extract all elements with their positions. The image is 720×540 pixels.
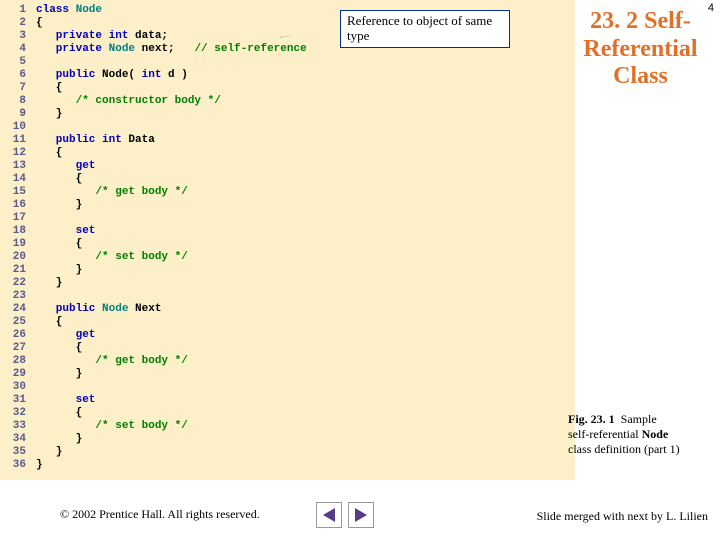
- copyright-text: © 2002 Prentice Hall. All rights reserve…: [60, 507, 260, 522]
- triangle-left-icon: [323, 508, 335, 522]
- footer: © 2002 Prentice Hall. All rights reserve…: [0, 496, 720, 540]
- next-slide-button[interactable]: [348, 502, 374, 528]
- merged-note: Slide merged with next by L. Lilien: [537, 509, 708, 524]
- code-block: 1class Node2{3 private int data;4 privat…: [0, 0, 575, 480]
- figure-caption: Fig. 23. 1 Sample self-referential Node …: [568, 412, 708, 457]
- nav-buttons: [316, 502, 374, 528]
- triangle-right-icon: [355, 508, 367, 522]
- slide-title: 23. 2 Self- Referential Class: [573, 8, 708, 91]
- prev-slide-button[interactable]: [316, 502, 342, 528]
- callout-box: Reference to object of same type: [340, 10, 510, 48]
- page-number: 4: [708, 2, 714, 14]
- callout-arrow: [230, 36, 342, 38]
